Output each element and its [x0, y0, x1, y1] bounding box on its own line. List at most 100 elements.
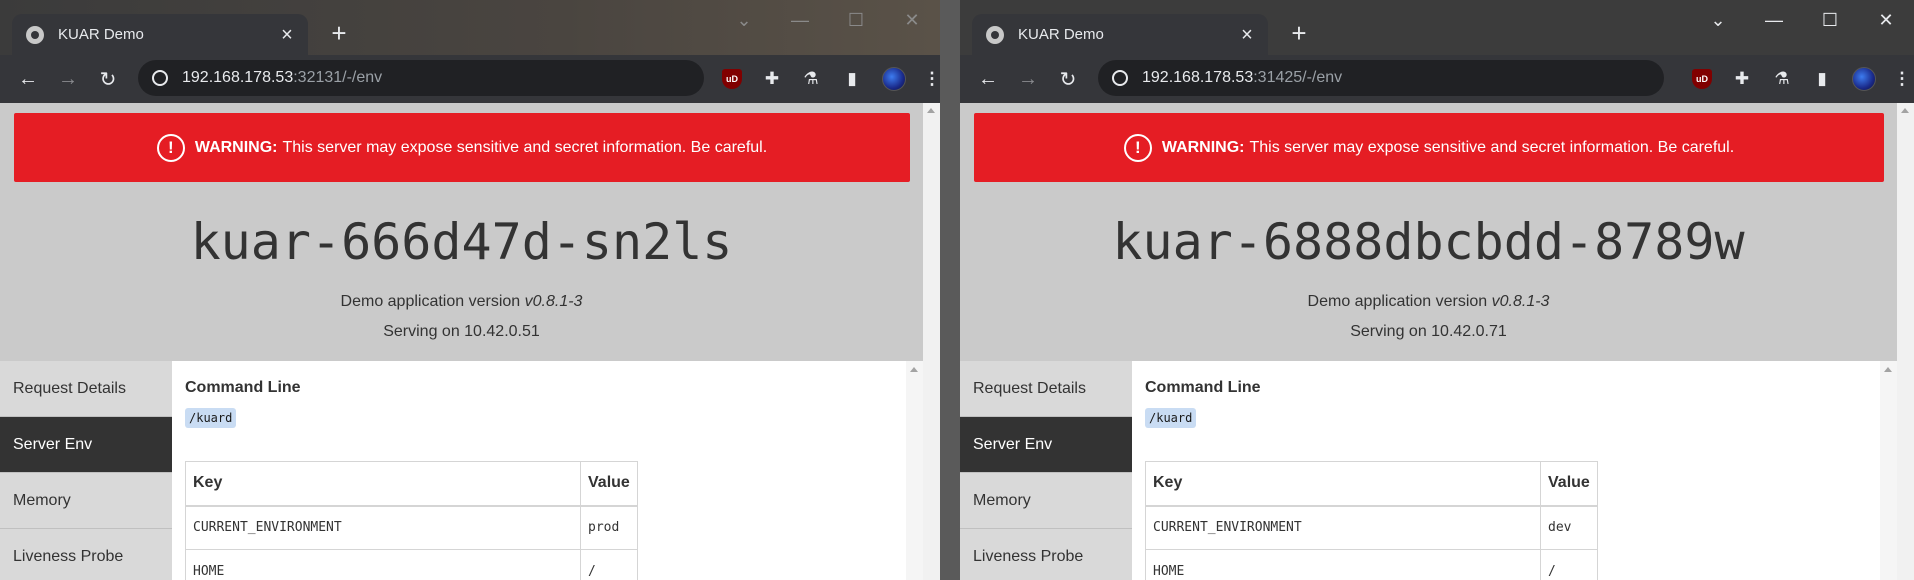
- reload-button[interactable]: ↻: [1048, 67, 1088, 92]
- address-bar[interactable]: 192.168.178.53:31425/-/env: [1098, 60, 1664, 96]
- back-button[interactable]: ←: [8, 68, 48, 91]
- hostname-heading: kuar-666d47d-sn2ls: [190, 213, 733, 271]
- sidebar-item-memory[interactable]: Memory: [960, 473, 1132, 529]
- close-tab-icon[interactable]: ×: [1238, 25, 1256, 45]
- warning-banner: ! WARNING: This server may expose sensit…: [974, 113, 1884, 182]
- ublock-icon[interactable]: uD: [722, 69, 742, 89]
- serving-line: Serving on 10.42.0.51: [383, 323, 540, 340]
- close-window-button[interactable]: ✕: [1858, 6, 1914, 34]
- puzzle-icon[interactable]: ✚: [762, 69, 782, 89]
- env-key: HOME: [185, 549, 581, 580]
- site-info-icon[interactable]: [1112, 70, 1128, 86]
- warning-label: WARNING:: [194, 138, 278, 156]
- sidebar: Request Details Server Env Memory Livene…: [960, 361, 1132, 580]
- serving-line: Serving on 10.42.0.71: [1350, 323, 1507, 340]
- browser-tab[interactable]: KUAR Demo ×: [12, 14, 308, 55]
- minimize-button[interactable]: —: [772, 6, 828, 34]
- env-table: Key Value CURRENT_ENVIRONMENT dev HOME /: [1145, 461, 1598, 580]
- tab-search-icon[interactable]: ⌄: [716, 6, 772, 34]
- key-header: Key: [185, 461, 581, 507]
- forward-button[interactable]: →: [48, 68, 88, 91]
- exclamation-icon: !: [156, 133, 185, 162]
- warning-banner: ! WARNING: This server may expose sensit…: [14, 113, 910, 182]
- value-header: Value: [580, 461, 638, 507]
- sidebar-item-request-details[interactable]: Request Details: [0, 361, 172, 417]
- table-row: CURRENT_ENVIRONMENT dev: [1145, 505, 1598, 550]
- forward-button[interactable]: →: [1008, 68, 1048, 91]
- env-value: prod: [580, 505, 638, 550]
- command-line-title: Command Line: [185, 379, 301, 396]
- value-header: Value: [1540, 461, 1598, 507]
- warning-text: This server may expose sensitive and sec…: [282, 138, 768, 156]
- env-value: dev: [1540, 505, 1598, 550]
- command-line-value: /kuard: [185, 408, 237, 428]
- close-tab-icon[interactable]: ×: [278, 25, 296, 45]
- new-tab-button[interactable]: +: [326, 18, 352, 48]
- env-panel: Command Line /kuard Key Value CURRENT_EN…: [172, 361, 923, 580]
- ublock-icon[interactable]: uD: [1692, 69, 1712, 89]
- profile-avatar[interactable]: [1852, 67, 1876, 91]
- command-line-value: /kuard: [1145, 408, 1197, 428]
- page-content: ! WARNING: This server may expose sensit…: [0, 103, 940, 580]
- content-scrollbar[interactable]: [1880, 361, 1897, 580]
- env-table: Key Value CURRENT_ENVIRONMENT prod HOME …: [185, 461, 638, 580]
- sidebar-item-server-env[interactable]: Server Env: [960, 417, 1132, 473]
- flask-icon[interactable]: ⚗: [801, 69, 821, 89]
- reload-button[interactable]: ↻: [88, 67, 128, 92]
- exclamation-icon: !: [1123, 133, 1152, 162]
- version-line: Demo application version v0.8.1-3: [960, 293, 1897, 311]
- browser-tab[interactable]: KUAR Demo ×: [972, 14, 1268, 55]
- env-panel: Command Line /kuard Key Value CURRENT_EN…: [1132, 361, 1897, 580]
- site-info-icon[interactable]: [152, 70, 168, 86]
- maximize-button[interactable]: ☐: [1802, 6, 1858, 34]
- flask-icon[interactable]: ⚗: [1772, 69, 1792, 89]
- warning-text: This server may expose sensitive and sec…: [1249, 138, 1735, 156]
- table-row: CURRENT_ENVIRONMENT prod: [185, 505, 638, 550]
- version-number: v0.8.1-3: [524, 293, 583, 310]
- menu-icon[interactable]: ⋮: [1892, 69, 1912, 89]
- side-panel-icon[interactable]: ▮: [1812, 69, 1832, 89]
- page-content: ! WARNING: This server may expose sensit…: [960, 103, 1914, 580]
- sidebar: Request Details Server Env Memory Livene…: [0, 361, 172, 580]
- window-divider: [940, 0, 960, 580]
- url-path: :32131/-/env: [293, 69, 383, 86]
- puzzle-icon[interactable]: ✚: [1732, 69, 1752, 89]
- sidebar-item-request-details[interactable]: Request Details: [960, 361, 1132, 417]
- url-host: 192.168.178.53: [182, 69, 294, 86]
- command-line-title: Command Line: [1145, 379, 1261, 396]
- env-key: CURRENT_ENVIRONMENT: [1145, 505, 1541, 550]
- table-row: HOME /: [185, 549, 638, 580]
- side-panel-icon[interactable]: ▮: [842, 69, 862, 89]
- page-inner: ! WARNING: This server may expose sensit…: [960, 103, 1897, 580]
- browser-toolbar: ← → ↻ 192.168.178.53:31425/-/env uD ✚ ⚗ …: [960, 55, 1914, 103]
- table-header-row: Key Value: [1145, 461, 1598, 507]
- tab-title: KUAR Demo: [1018, 26, 1104, 43]
- window-controls: ⌄ — ☐ ✕: [1690, 6, 1914, 34]
- page-scrollbar[interactable]: [923, 103, 940, 580]
- browser-window-right: KUAR Demo × + ⌄ — ☐ ✕ ← → ↻ 192.168.178.…: [960, 0, 1914, 580]
- browser-window-left: KUAR Demo × + ⌄ — ☐ ✕ ← → ↻ 192.168.178.…: [0, 0, 940, 580]
- minimize-button[interactable]: —: [1746, 6, 1802, 34]
- env-value: /: [1540, 549, 1598, 580]
- globe-icon: [986, 25, 1004, 44]
- maximize-button[interactable]: ☐: [828, 6, 884, 34]
- version-number: v0.8.1-3: [1491, 293, 1550, 310]
- url-path: :31425/-/env: [1253, 69, 1343, 86]
- sidebar-item-memory[interactable]: Memory: [0, 473, 172, 529]
- back-button[interactable]: ←: [968, 68, 1008, 91]
- content-scrollbar[interactable]: [906, 361, 923, 580]
- sidebar-item-server-env[interactable]: Server Env: [0, 417, 172, 473]
- close-window-button[interactable]: ✕: [884, 6, 940, 34]
- page-inner: ! WARNING: This server may expose sensit…: [0, 103, 923, 580]
- env-key: HOME: [1145, 549, 1541, 580]
- sidebar-item-liveness-probe[interactable]: Liveness Probe: [960, 529, 1132, 580]
- window-controls: ⌄ — ☐ ✕: [716, 6, 940, 34]
- globe-icon: [26, 25, 44, 44]
- page-scrollbar[interactable]: [1897, 103, 1914, 580]
- menu-icon[interactable]: ⋮: [922, 69, 941, 89]
- sidebar-item-liveness-probe[interactable]: Liveness Probe: [0, 529, 172, 580]
- tab-search-icon[interactable]: ⌄: [1690, 6, 1746, 34]
- address-bar[interactable]: 192.168.178.53:32131/-/env: [138, 60, 704, 96]
- new-tab-button[interactable]: +: [1286, 18, 1312, 48]
- profile-avatar[interactable]: [882, 67, 906, 91]
